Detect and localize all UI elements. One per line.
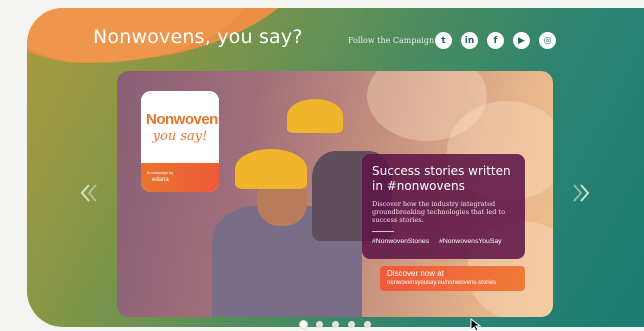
slide-info-card: Success stories written in #nonwovens Di… xyxy=(362,154,525,259)
carousel-prev-icon[interactable] xyxy=(80,183,98,203)
carousel-dot[interactable] xyxy=(316,321,323,328)
discover-cta-button[interactable]: Discover now at nonwovensyousay.eu/nonwo… xyxy=(380,266,525,291)
instagram-icon[interactable]: ◎ xyxy=(539,32,556,49)
hashtag[interactable]: #NonwovensYouSay xyxy=(439,238,501,245)
youtube-icon[interactable]: ▶ xyxy=(513,32,530,49)
carousel-next-icon[interactable] xyxy=(572,183,590,203)
campaign-logo: Nonwovens you say! A campaign by edana xyxy=(141,91,219,192)
facebook-icon[interactable]: f xyxy=(487,32,504,49)
logo-tagline: you say! xyxy=(152,129,208,144)
mouse-cursor-icon xyxy=(470,318,482,331)
page-title: Nonwovens, you say? xyxy=(93,26,303,48)
linkedin-icon[interactable]: in xyxy=(461,32,478,49)
slide-description: Discover how the industry integrated gro… xyxy=(372,200,506,224)
logo-brand: edana xyxy=(152,177,169,183)
slide-heading: Success stories written in #nonwovens xyxy=(372,164,511,193)
hashtag-list: #NonwovenStories #NonwovensYouSay xyxy=(372,238,522,245)
divider xyxy=(372,231,394,232)
carousel-dot[interactable] xyxy=(332,321,339,328)
follow-campaign-label: Follow the Campaign xyxy=(348,36,435,45)
carousel-dot[interactable] xyxy=(300,321,307,328)
hashtag[interactable]: #NonwovenStories xyxy=(372,238,429,245)
carousel-dot[interactable] xyxy=(364,321,371,328)
social-links: t in f ▶ ◎ xyxy=(435,32,556,49)
hard-hat-image xyxy=(287,99,343,133)
logo-byline: A campaign by xyxy=(147,170,174,175)
cta-url: nonwovensyousay.eu/nonwovens-stories xyxy=(387,280,496,286)
twitter-icon[interactable]: t xyxy=(435,32,452,49)
cta-label: Discover now at xyxy=(387,269,444,278)
carousel-dot[interactable] xyxy=(348,321,355,328)
hard-hat-image xyxy=(235,149,307,189)
carousel-pagination xyxy=(300,321,371,328)
logo-wordmark: Nonwovens xyxy=(146,111,219,128)
